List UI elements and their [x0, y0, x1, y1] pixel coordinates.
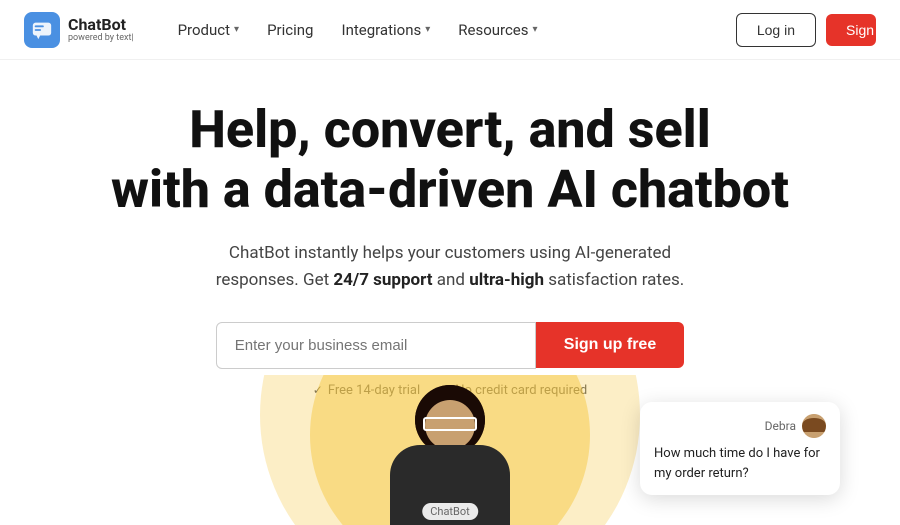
- chat-bubble-message: How much time do I have for my order ret…: [654, 444, 826, 483]
- hero-section: Help, convert, and sell with a data-driv…: [0, 60, 900, 398]
- hero-subtitle: ChatBot instantly helps your customers u…: [210, 240, 690, 294]
- nav-pricing[interactable]: Pricing: [255, 13, 325, 47]
- email-input[interactable]: [216, 322, 536, 369]
- hero-bold-support: 24/7 support: [333, 270, 432, 290]
- hero-title: Help, convert, and sell with a data-driv…: [111, 100, 789, 220]
- nav-product-label: Product: [178, 21, 230, 39]
- hero-subtitle-part3: satisfaction rates.: [544, 270, 684, 290]
- logo-sub-text: powered by text|: [68, 34, 134, 43]
- bottom-section: Debra How much time do I have for my ord…: [0, 375, 900, 525]
- product-chevron-icon: ▾: [234, 24, 239, 35]
- nav-actions: Log in Sign: [736, 13, 876, 47]
- signup-hero-button[interactable]: Sign up free: [536, 322, 684, 368]
- nav-resources[interactable]: Resources ▾: [446, 13, 549, 47]
- logo-main-text: ChatBot: [68, 16, 134, 34]
- hero-subtitle-part2: and: [433, 270, 470, 290]
- hero-title-line2: with a data-driven AI chatbot: [111, 159, 789, 220]
- nav-integrations-label: Integrations: [341, 21, 421, 39]
- nav-links: Product ▾ Pricing Integrations ▾ Resourc…: [166, 13, 736, 47]
- nav-pricing-label: Pricing: [267, 21, 313, 39]
- chat-bubble-header: Debra: [654, 414, 826, 438]
- chat-bubble-name: Debra: [765, 419, 796, 433]
- nav-resources-label: Resources: [458, 21, 528, 39]
- chat-avatar: [802, 414, 826, 438]
- signup-nav-button[interactable]: Sign: [826, 14, 876, 46]
- nav-product[interactable]: Product ▾: [166, 13, 251, 47]
- chatbot-logo-icon: [24, 12, 60, 48]
- hero-bold-high: ultra-high: [469, 270, 544, 290]
- logo-text: ChatBot powered by text|: [68, 16, 134, 43]
- resources-chevron-icon: ▾: [533, 24, 538, 35]
- logo[interactable]: ChatBot powered by text|: [24, 12, 134, 48]
- navbar: ChatBot powered by text| Product ▾ Prici…: [0, 0, 900, 60]
- chat-bubble: Debra How much time do I have for my ord…: [640, 402, 840, 495]
- integrations-chevron-icon: ▾: [425, 24, 430, 35]
- email-form: Sign up free: [216, 322, 684, 369]
- login-button[interactable]: Log in: [736, 13, 816, 47]
- nav-integrations[interactable]: Integrations ▾: [329, 13, 442, 47]
- hero-title-line1: Help, convert, and sell: [189, 99, 711, 160]
- bottom-chatbot-label: ChatBot: [422, 503, 478, 520]
